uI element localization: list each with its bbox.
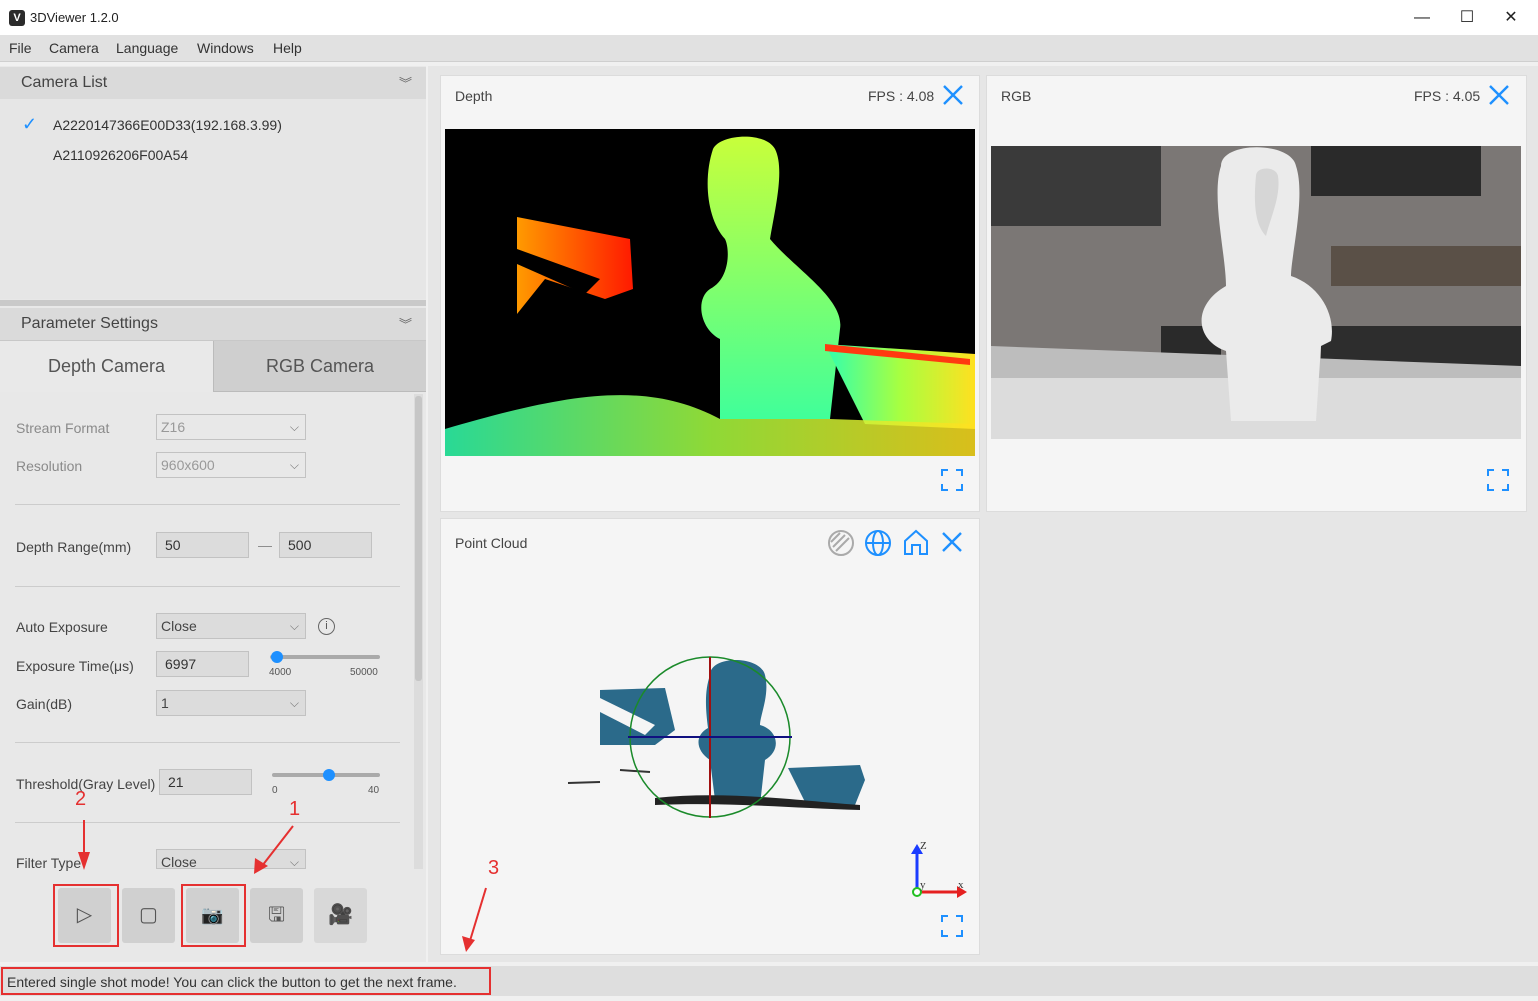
parameter-scrollbar-thumb[interactable] (415, 396, 422, 681)
chevron-down-icon[interactable]: ︾ (399, 314, 412, 333)
resolution-label: Resolution (16, 458, 83, 474)
axis-gizmo (905, 840, 975, 910)
auto-exposure-select[interactable]: Close ⌵ (156, 613, 306, 639)
axis-y-label: y (920, 879, 926, 891)
menu-file[interactable]: File (9, 40, 32, 56)
tab-depth-camera[interactable]: Depth Camera (0, 341, 214, 392)
panel-splitter[interactable] (0, 300, 426, 306)
close-icon[interactable] (1484, 80, 1514, 115)
filter-type-value: Close (161, 854, 197, 869)
close-icon[interactable] (937, 527, 967, 562)
annotation-box (53, 884, 119, 947)
gain-select[interactable]: 1 ⌵ (156, 690, 306, 716)
threshold-input[interactable]: 21 (159, 769, 252, 795)
close-icon[interactable] (938, 80, 968, 115)
chevron-down-icon: ⌵ (289, 619, 299, 633)
menu-windows[interactable]: Windows (197, 40, 254, 56)
exposure-min-tick: 4000 (269, 667, 292, 678)
gain-label: Gain(dB) (16, 696, 73, 712)
fullscreen-icon[interactable] (940, 468, 964, 498)
camera-item[interactable]: A2110926206F00A54 (53, 147, 188, 163)
annotation-number: 2 (75, 788, 87, 810)
info-icon[interactable]: i (318, 618, 335, 635)
depth-range-min-input[interactable]: 50 (156, 532, 249, 558)
window-title: 3DViewer 1.2.0 (30, 10, 119, 25)
resolution-value: 960x600 (161, 457, 215, 473)
resolution-select: 960x600 ⌵ (156, 452, 306, 478)
range-dash: — (258, 537, 272, 553)
divider (15, 504, 400, 505)
divider (15, 822, 400, 823)
title-bar (0, 0, 1538, 36)
auto-exposure-label: Auto Exposure (16, 619, 108, 635)
rgb-fps: FPS : 4.05 (1414, 88, 1481, 104)
depth-image (445, 129, 975, 456)
threshold-max-tick: 40 (368, 785, 380, 796)
chevron-down-icon: ⌵ (289, 696, 299, 710)
globe-icon[interactable] (863, 528, 893, 563)
save-button[interactable]: 🖫 (250, 888, 303, 943)
depth-fps: FPS : 4.08 (868, 88, 935, 104)
menu-camera[interactable]: Camera (49, 40, 99, 56)
status-message: Entered single shot mode! You can click … (7, 974, 457, 990)
stream-format-label: Stream Format (16, 420, 110, 436)
exposure-time-input[interactable]: 6997 (156, 651, 249, 677)
point-cloud-title: Point Cloud (455, 535, 528, 551)
parameter-settings-title: Parameter Settings (21, 315, 158, 332)
maximize-button[interactable]: ☐ (1444, 0, 1490, 35)
exposure-max-tick: 50000 (350, 667, 378, 678)
record-button[interactable]: 🎥 (314, 888, 367, 943)
rgb-view-title: RGB (1001, 88, 1032, 104)
axis-z-label: Z (920, 840, 927, 852)
fullscreen-icon[interactable] (1486, 468, 1510, 498)
stream-format-value: Z16 (161, 419, 186, 435)
depth-range-max-input[interactable]: 500 (279, 532, 372, 558)
annotation-number: 1 (289, 798, 301, 820)
app-icon: V (9, 10, 25, 26)
menu-help[interactable]: Help (273, 40, 302, 56)
threshold-slider-handle[interactable] (322, 769, 335, 781)
axis-x-label: x (958, 879, 964, 891)
threshold-min-tick: 0 (272, 785, 278, 796)
stop-button[interactable]: ▢ (122, 888, 175, 943)
point-cloud-render[interactable] (560, 650, 880, 830)
camera-item[interactable]: A2220147366E00D33(192.168.3.99) (53, 117, 282, 133)
auto-exposure-value: Close (161, 618, 197, 634)
close-window-button[interactable]: ✕ (1488, 0, 1534, 35)
minimize-button[interactable]: — (1399, 0, 1445, 35)
gain-value: 1 (161, 695, 169, 711)
stream-format-select: Z16 ⌵ (156, 414, 306, 440)
chevron-down-icon: ⌵ (289, 855, 299, 869)
rgb-image (991, 146, 1521, 439)
annotation-number: 3 (488, 857, 500, 879)
camera-list-title: Camera List (21, 74, 108, 91)
filter-type-select[interactable]: Close ⌵ (156, 849, 306, 869)
texture-toggle-icon[interactable] (826, 528, 856, 563)
divider (15, 742, 400, 743)
home-icon[interactable] (901, 527, 931, 562)
check-icon: ✓ (22, 114, 38, 134)
exposure-time-slider[interactable] (270, 655, 380, 659)
tab-rgb-camera[interactable]: RGB Camera (214, 341, 426, 392)
annotation-box (181, 884, 246, 947)
menu-language[interactable]: Language (116, 40, 178, 56)
exposure-time-label: Exposure Time(μs) (16, 658, 134, 674)
depth-view-title: Depth (455, 88, 493, 104)
chevron-down-icon: ⌵ (289, 420, 299, 434)
chevron-down-icon: ⌵ (289, 458, 299, 472)
chevron-down-icon[interactable]: ︾ (399, 73, 412, 92)
depth-range-label: Depth Range(mm) (16, 539, 132, 555)
fullscreen-icon[interactable] (940, 914, 964, 944)
divider (15, 586, 400, 587)
filter-type-label: Filter Type (16, 855, 82, 871)
